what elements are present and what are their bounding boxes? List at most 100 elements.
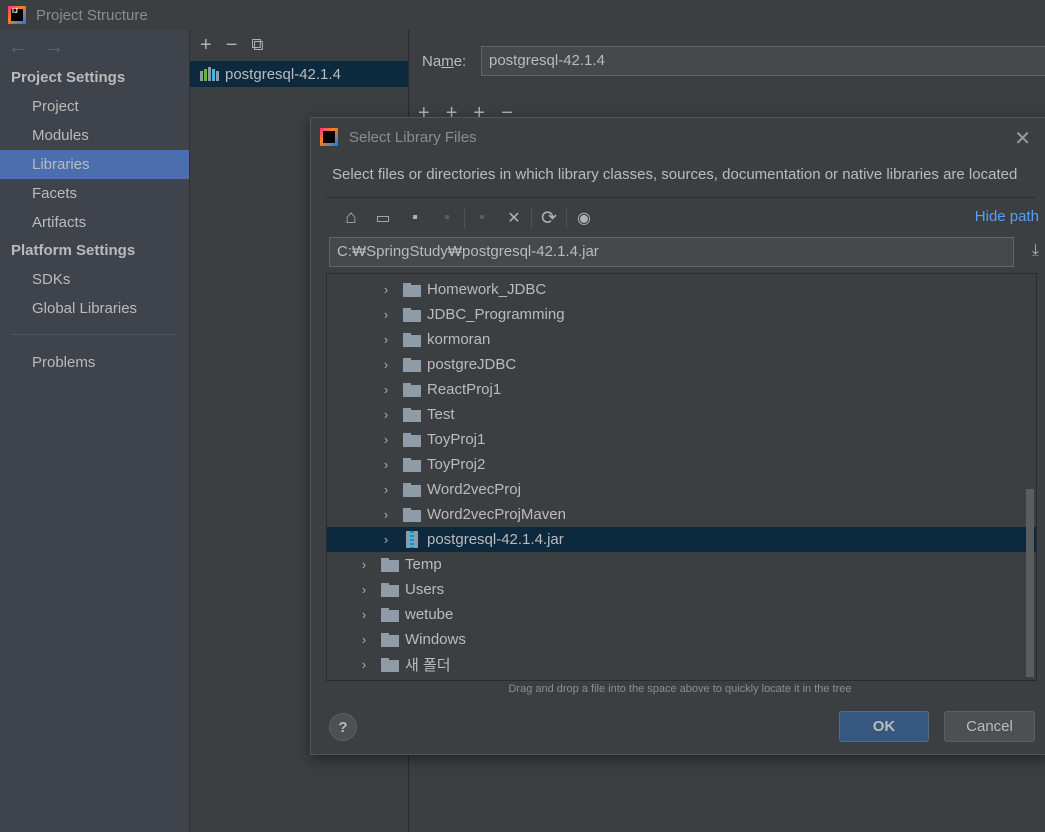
name-label: Name: bbox=[422, 53, 467, 70]
show-hidden-files-icon[interactable]: ◉ bbox=[568, 206, 600, 230]
title-bar: IJ Project Structure bbox=[0, 0, 1045, 30]
help-button[interactable]: ? bbox=[329, 713, 357, 741]
tree-item-label: Word2vecProj bbox=[427, 481, 521, 498]
nav-item-libraries[interactable]: Libraries bbox=[0, 150, 189, 179]
folder-icon bbox=[403, 382, 421, 397]
tree-item-label: 새 폴더 bbox=[405, 657, 451, 674]
folder-icon bbox=[403, 457, 421, 472]
tree-item-folder[interactable]: › Windows bbox=[327, 627, 1036, 652]
chevron-right-icon[interactable]: › bbox=[381, 482, 391, 497]
folder-icon bbox=[403, 482, 421, 497]
divider bbox=[326, 197, 1035, 198]
folder-icon bbox=[381, 582, 399, 597]
section-project-settings: Project Settings bbox=[11, 69, 126, 86]
tree-item-folder[interactable]: › ToyProj2 bbox=[327, 452, 1036, 477]
folder-icon bbox=[403, 357, 421, 372]
folder-icon bbox=[381, 632, 399, 647]
intellij-logo-icon: IJ bbox=[8, 6, 26, 24]
chevron-right-icon[interactable]: › bbox=[381, 457, 391, 472]
refresh-icon[interactable]: ⟳ bbox=[533, 206, 565, 230]
tree-item-folder[interactable]: › wetube bbox=[327, 602, 1036, 627]
nav-item-global-libraries[interactable]: Global Libraries bbox=[0, 294, 189, 323]
dialog-description: Select files or directories in which lib… bbox=[332, 166, 1018, 183]
cancel-button[interactable]: Cancel bbox=[944, 711, 1035, 742]
tree-item-folder[interactable]: › JDBC_Programming bbox=[327, 302, 1036, 327]
chevron-right-icon[interactable]: › bbox=[359, 582, 369, 597]
module-folder-icon[interactable]: ▪ bbox=[431, 206, 463, 230]
tree-item-folder[interactable]: › Word2vecProjMaven bbox=[327, 502, 1036, 527]
nav-item-problems[interactable]: Problems bbox=[0, 348, 189, 377]
tree-item-label: Homework_JDBC bbox=[427, 281, 547, 298]
tree-item-folder[interactable]: › Homework_JDBC bbox=[327, 277, 1036, 302]
new-folder-icon[interactable]: ▪ bbox=[466, 206, 498, 230]
folder-icon bbox=[381, 607, 399, 622]
add-library-button[interactable]: + bbox=[200, 34, 212, 57]
chevron-right-icon[interactable]: › bbox=[381, 382, 391, 397]
tree-scrollbar[interactable] bbox=[1026, 489, 1034, 677]
ok-button[interactable]: OK bbox=[839, 711, 929, 742]
tree-item-label: Temp bbox=[405, 556, 442, 573]
tree-item-folder[interactable]: › ToyProj1 bbox=[327, 427, 1036, 452]
nav-item-project[interactable]: Project bbox=[0, 92, 189, 121]
tree-item-folder[interactable]: › Test bbox=[327, 402, 1036, 427]
chevron-right-icon[interactable]: › bbox=[381, 532, 391, 547]
copy-library-icon[interactable]: ⧉ bbox=[251, 35, 263, 55]
chevron-right-icon[interactable]: › bbox=[381, 332, 391, 347]
jar-file-icon bbox=[406, 531, 418, 548]
remove-library-button[interactable]: − bbox=[226, 34, 238, 57]
chevron-right-icon[interactable]: › bbox=[381, 432, 391, 447]
tree-item-label: ToyProj1 bbox=[427, 431, 486, 448]
library-name-input[interactable]: postgresql-42.1.4 bbox=[481, 46, 1045, 76]
hide-path-link[interactable]: Hide path bbox=[975, 208, 1039, 225]
folder-icon bbox=[381, 557, 399, 572]
path-input[interactable]: C:₩SpringStudy₩postgresql-42.1.4.jar bbox=[329, 237, 1014, 267]
folder-icon bbox=[403, 432, 421, 447]
close-icon[interactable]: ✕ bbox=[1014, 126, 1031, 151]
chevron-right-icon[interactable]: › bbox=[381, 407, 391, 422]
folder-icon bbox=[403, 507, 421, 522]
tree-item-label: postgresql-42.1.4.jar bbox=[427, 531, 564, 548]
chevron-right-icon[interactable]: › bbox=[359, 607, 369, 622]
tree-item-folder[interactable]: › ReactProj1 bbox=[327, 377, 1036, 402]
folder-icon bbox=[381, 657, 399, 672]
back-arrow-icon[interactable]: ← bbox=[8, 36, 28, 59]
chevron-right-icon[interactable]: › bbox=[381, 282, 391, 297]
library-item[interactable]: postgresql-42.1.4 bbox=[190, 61, 408, 87]
tree-item-folder[interactable]: › 새 폴더 bbox=[327, 652, 1036, 677]
file-tree[interactable]: › 새 폴더 › Windows › wetube › Users › Temp › postgres… bbox=[326, 273, 1037, 681]
project-folder-icon[interactable]: ▪ bbox=[399, 206, 431, 230]
chevron-right-icon[interactable]: › bbox=[359, 632, 369, 647]
nav-item-facets[interactable]: Facets bbox=[0, 179, 189, 208]
chevron-right-icon[interactable]: › bbox=[381, 357, 391, 372]
library-icon bbox=[200, 67, 219, 81]
download-icon[interactable]: ⤓ bbox=[1032, 242, 1039, 260]
tree-item-label: Windows bbox=[405, 631, 466, 648]
tree-item-folder[interactable]: › Users bbox=[327, 577, 1036, 602]
forward-arrow-icon[interactable]: → bbox=[44, 36, 64, 59]
tree-item-folder[interactable]: › Word2vecProj bbox=[327, 477, 1036, 502]
chevron-right-icon[interactable]: › bbox=[381, 307, 391, 322]
toolbar-divider bbox=[531, 207, 532, 229]
tree-item-folder[interactable]: › postgreJDBC bbox=[327, 352, 1036, 377]
tree-item-folder[interactable]: › Temp bbox=[327, 552, 1036, 577]
nav-item-artifacts[interactable]: Artifacts bbox=[0, 208, 189, 237]
window-title: Project Structure bbox=[36, 6, 148, 24]
nav-item-modules[interactable]: Modules bbox=[0, 121, 189, 150]
home-icon[interactable]: ⌂ bbox=[335, 206, 367, 230]
nav-item-sdks[interactable]: SDKs bbox=[0, 265, 189, 294]
tree-item-jar[interactable]: › postgresql-42.1.4.jar bbox=[327, 527, 1036, 552]
desktop-icon[interactable]: ▭ bbox=[367, 206, 399, 230]
tree-item-label: ReactProj1 bbox=[427, 381, 502, 398]
delete-icon[interactable]: ✕ bbox=[498, 206, 530, 230]
drag-drop-hint: Drag and drop a file into the space abov… bbox=[508, 683, 852, 695]
settings-nav: ← → Project Settings Project Modules Lib… bbox=[0, 30, 189, 832]
tree-item-folder[interactable]: › kormoran bbox=[327, 327, 1036, 352]
tree-item-label: ToyProj2 bbox=[427, 456, 486, 473]
chevron-right-icon[interactable]: › bbox=[381, 507, 391, 522]
chevron-right-icon[interactable]: › bbox=[359, 657, 369, 672]
chevron-right-icon[interactable]: › bbox=[359, 557, 369, 572]
tree-item-label: JDBC_Programming bbox=[427, 306, 565, 323]
dialog-title-bar: Select Library Files bbox=[311, 118, 1045, 156]
nav-arrows: ← → bbox=[0, 30, 189, 64]
file-chooser-toolbar: ⌂ ▭ ▪ ▪ ▪ ✕ ⟳ ◉ bbox=[335, 206, 600, 230]
